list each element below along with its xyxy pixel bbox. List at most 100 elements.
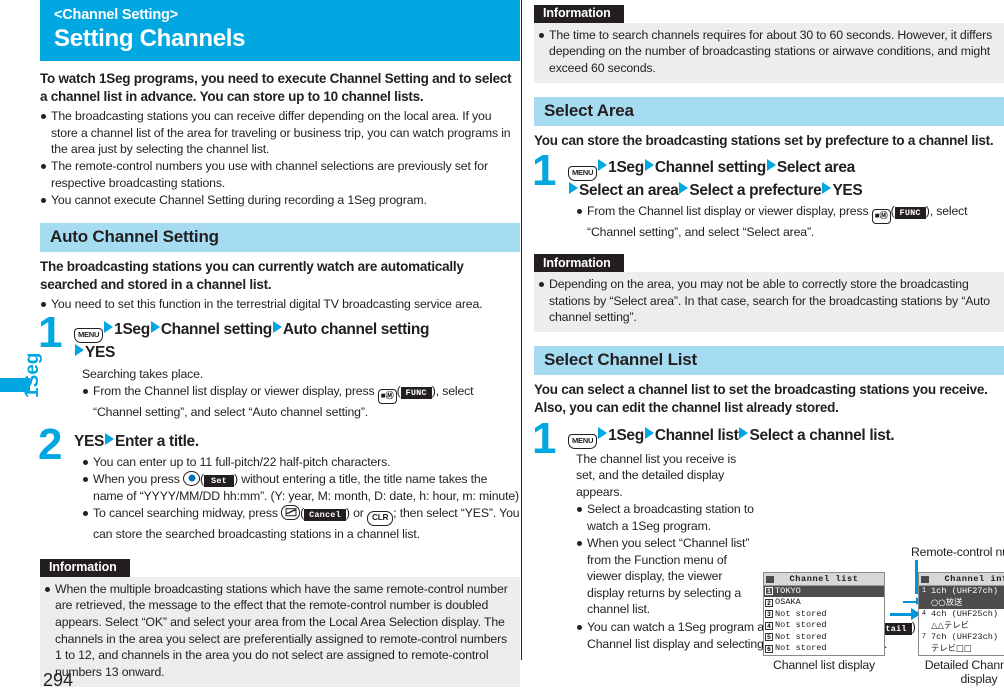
channel-list-titlebar: Channel list [764, 572, 884, 586]
list-item-station[interactable]: ○○放送 [919, 597, 1004, 609]
channel-name: TOKYO [775, 585, 801, 596]
menu-key-icon: MENU [568, 165, 598, 181]
information-body: Depending on the area, you may not be ab… [534, 272, 1004, 333]
imode-func-key-icon: ■Ⓜ [377, 389, 397, 405]
manual-page: 1Seg <Channel Setting> Setting Channels … [0, 0, 1004, 697]
list-item: You can enter up to 11 full-pitch/22 hal… [82, 454, 520, 471]
mail-key-icon [281, 504, 301, 520]
select-area-lead: You can store the broadcasting stations … [534, 132, 994, 148]
menu-path-item: 1Seg [608, 158, 644, 176]
menu-key-icon: MENU [568, 433, 598, 449]
list-item[interactable]: 2 OSAKA [764, 597, 884, 609]
list-item[interactable]: 5 Not stored [764, 632, 884, 644]
menu-path-item: Channel setting [160, 321, 272, 339]
channel-frequency: 4ch (UHF25ch) [931, 608, 999, 619]
auto-channel-bullets: You need to set this function in the ter… [40, 296, 520, 313]
channel-name: OSAKA [775, 597, 801, 608]
intro-lead: To watch 1Seg programs, you need to exec… [40, 70, 512, 104]
arrow-icon [272, 321, 282, 334]
select-key-icon [183, 470, 201, 486]
remote-control-number-callout: Remote-control number [911, 544, 1004, 559]
channel-number-badge: 1 [765, 587, 773, 596]
channel-info-screen-block: Channel info 1 1ch (UHF27ch) ○○放送 [918, 571, 1004, 688]
step-headline: MENU 1Seg Channel setting Select area Select… [568, 158, 1004, 201]
information-tag: Information [534, 254, 624, 273]
menu-path-item: Select a prefecture [689, 181, 822, 199]
channel-list-caption: Channel list display [773, 657, 875, 672]
step-1-auto-channel: 1 MENU 1Seg Channel setting Auto channel se… [38, 311, 520, 421]
information-bullets: The time to search channels requires for… [538, 27, 996, 77]
list-item[interactable]: 1 1ch (UHF27ch) [919, 585, 1004, 598]
step-notes: You can enter up to 11 full-pitch/22 hal… [82, 454, 520, 542]
arrow-icon [598, 158, 608, 171]
information-bullets: When the multiple broadcasting stations … [44, 581, 512, 681]
menu-path-item: YES [85, 344, 115, 362]
arrow-icon [679, 181, 689, 194]
list-item[interactable]: 1 TOKYO [764, 585, 884, 598]
step-body: You can enter up to 11 full-pitch/22 hal… [74, 454, 520, 542]
information-box-select-area: Information Depending on the area, you m… [534, 254, 1004, 333]
channel-number-badge: 6 [765, 644, 773, 653]
list-item: The remote-control numbers you use with … [40, 158, 520, 191]
step-1-select-channel-list: 1 MENU 1Seg Channel list Select a channel l… [532, 416, 1004, 686]
channel-number-badge: 4 [765, 621, 773, 630]
list-item: To cancel searching midway, press (Cance… [82, 504, 520, 543]
arrow-icon [644, 426, 654, 439]
list-item: You cannot execute Channel Setting durin… [40, 192, 520, 209]
arrow-icon [822, 181, 832, 194]
list-item: When the multiple broadcasting stations … [44, 581, 512, 681]
remote-control-number: 4 [921, 609, 927, 618]
right-column: Information The time to search channels … [532, 0, 1004, 686]
step-2-auto-channel: 2 YES Enter a title. You can enter up to … [38, 422, 520, 543]
list-item[interactable]: 4 Not stored [764, 620, 884, 632]
menu-path-item: Channel list [654, 426, 739, 444]
flow-arrow-icon [890, 608, 921, 621]
select-channel-list-lead: You can select a channel list to set the… [534, 382, 988, 416]
step-headline: MENU 1Seg Channel setting Auto channel sett… [74, 320, 520, 363]
station-name: ○○放送 [931, 597, 963, 608]
softkey-func-label: FUNC [400, 387, 432, 400]
note-text: From the Channel list display or viewer … [587, 204, 869, 218]
list-item[interactable]: 4 4ch (UHF25ch) [919, 609, 1004, 621]
list-item: The broadcasting stations you can receiv… [40, 108, 520, 158]
section-header-auto-channel-setting: Auto Channel Setting [40, 222, 520, 252]
channel-number-badge: 3 [765, 610, 773, 619]
menu-path-item: Auto channel setting [282, 321, 430, 339]
channel-info-caption: Detailed Channel list display [918, 658, 1004, 688]
step-headline-yes: YES [74, 432, 104, 450]
channel-list-screen-block: Channel list 1 TOKYO 2 OSAKA 3 Not store… [763, 571, 885, 673]
titlebar-text: Channel list [789, 573, 859, 584]
page-title: Setting Channels [54, 25, 246, 53]
page-subtitle: <Channel Setting> [54, 7, 178, 23]
arrow-icon [644, 158, 654, 171]
titlebar-text: Channel info [944, 573, 1004, 584]
station-name: △△テレビ [931, 620, 970, 631]
step-result-text: The channel list you receive is set, and… [576, 451, 737, 499]
remote-control-number: 1 [921, 586, 927, 595]
column-divider [521, 0, 522, 660]
information-box-auto-channel: Information When the multiple broadcasti… [40, 558, 520, 687]
step-headline: YES Enter a title. [74, 432, 520, 452]
note-text: ) or [345, 505, 364, 520]
caption-line-1: Detailed Channel list [924, 657, 1004, 672]
list-item-station[interactable]: テレビ□□ [919, 643, 1004, 655]
channel-name: Not stored [775, 620, 827, 631]
step-number: 2 [38, 419, 63, 469]
list-item[interactable]: 6 Not stored [764, 643, 884, 655]
menu-path-item: Select an area [579, 181, 679, 199]
note-text: From the Channel list display or viewer … [93, 384, 375, 399]
list-item-station[interactable]: △△テレビ [919, 620, 1004, 632]
menu-path-item: Select area [776, 158, 855, 176]
menu-path-item: YES [832, 181, 863, 199]
channel-name: Not stored [775, 643, 827, 654]
auto-channel-lead: The broadcasting stations you can curren… [40, 258, 464, 292]
channel-frequency: 1ch (UHF27ch) [931, 585, 999, 596]
step-notes: From the Channel list display or viewer … [82, 383, 520, 421]
list-item[interactable]: 3 Not stored [764, 609, 884, 621]
menu-path-item: Channel setting [654, 158, 766, 176]
arrow-icon [569, 181, 578, 194]
list-item: Depending on the area, you may not be ab… [538, 276, 996, 326]
arrow-icon [766, 158, 776, 171]
information-tag: Information [534, 4, 624, 23]
list-item[interactable]: 7 7ch (UHF23ch) [919, 632, 1004, 644]
